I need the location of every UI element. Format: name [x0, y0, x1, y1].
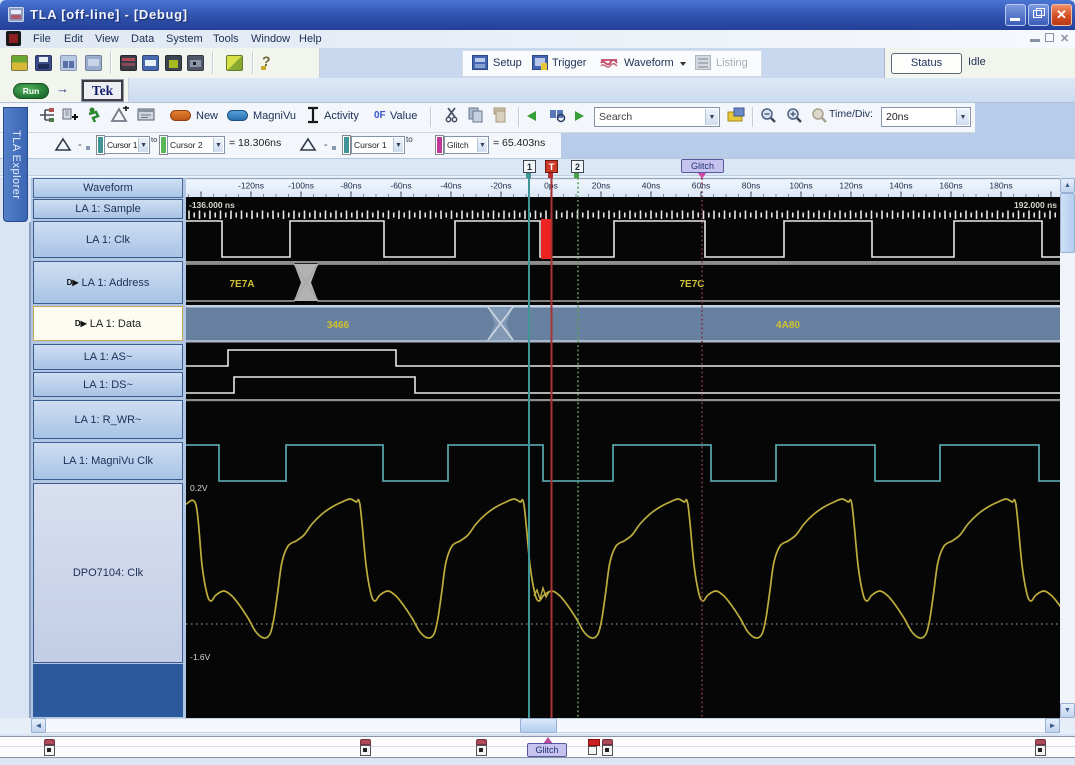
svg-text:120ns: 120ns [839, 181, 862, 191]
svg-text:-120ns: -120ns [238, 181, 264, 191]
svg-text:20ns: 20ns [592, 181, 610, 191]
svg-text:100ns: 100ns [789, 181, 812, 191]
svg-text:7E7C: 7E7C [679, 279, 704, 290]
svg-text:7E7A: 7E7A [229, 279, 254, 290]
svg-text:-136.000 ns: -136.000 ns [189, 200, 235, 210]
svg-text:60ns: 60ns [692, 181, 710, 191]
svg-text:-1.6V: -1.6V [190, 652, 211, 662]
svg-text:4A80: 4A80 [776, 320, 800, 331]
svg-text:192.000 ns: 192.000 ns [1014, 200, 1057, 210]
svg-text:-60ns: -60ns [390, 181, 411, 191]
svg-text:140ns: 140ns [889, 181, 912, 191]
svg-text:180ns: 180ns [989, 181, 1012, 191]
svg-text:3466: 3466 [327, 320, 350, 331]
svg-text:40ns: 40ns [642, 181, 660, 191]
svg-text:-20ns: -20ns [490, 181, 511, 191]
svg-text:0.2V: 0.2V [190, 483, 208, 493]
svg-text:-40ns: -40ns [440, 181, 461, 191]
svg-text:-80ns: -80ns [340, 181, 361, 191]
svg-text:-100ns: -100ns [288, 181, 314, 191]
svg-text:80ns: 80ns [742, 181, 760, 191]
svg-text:160ns: 160ns [939, 181, 962, 191]
